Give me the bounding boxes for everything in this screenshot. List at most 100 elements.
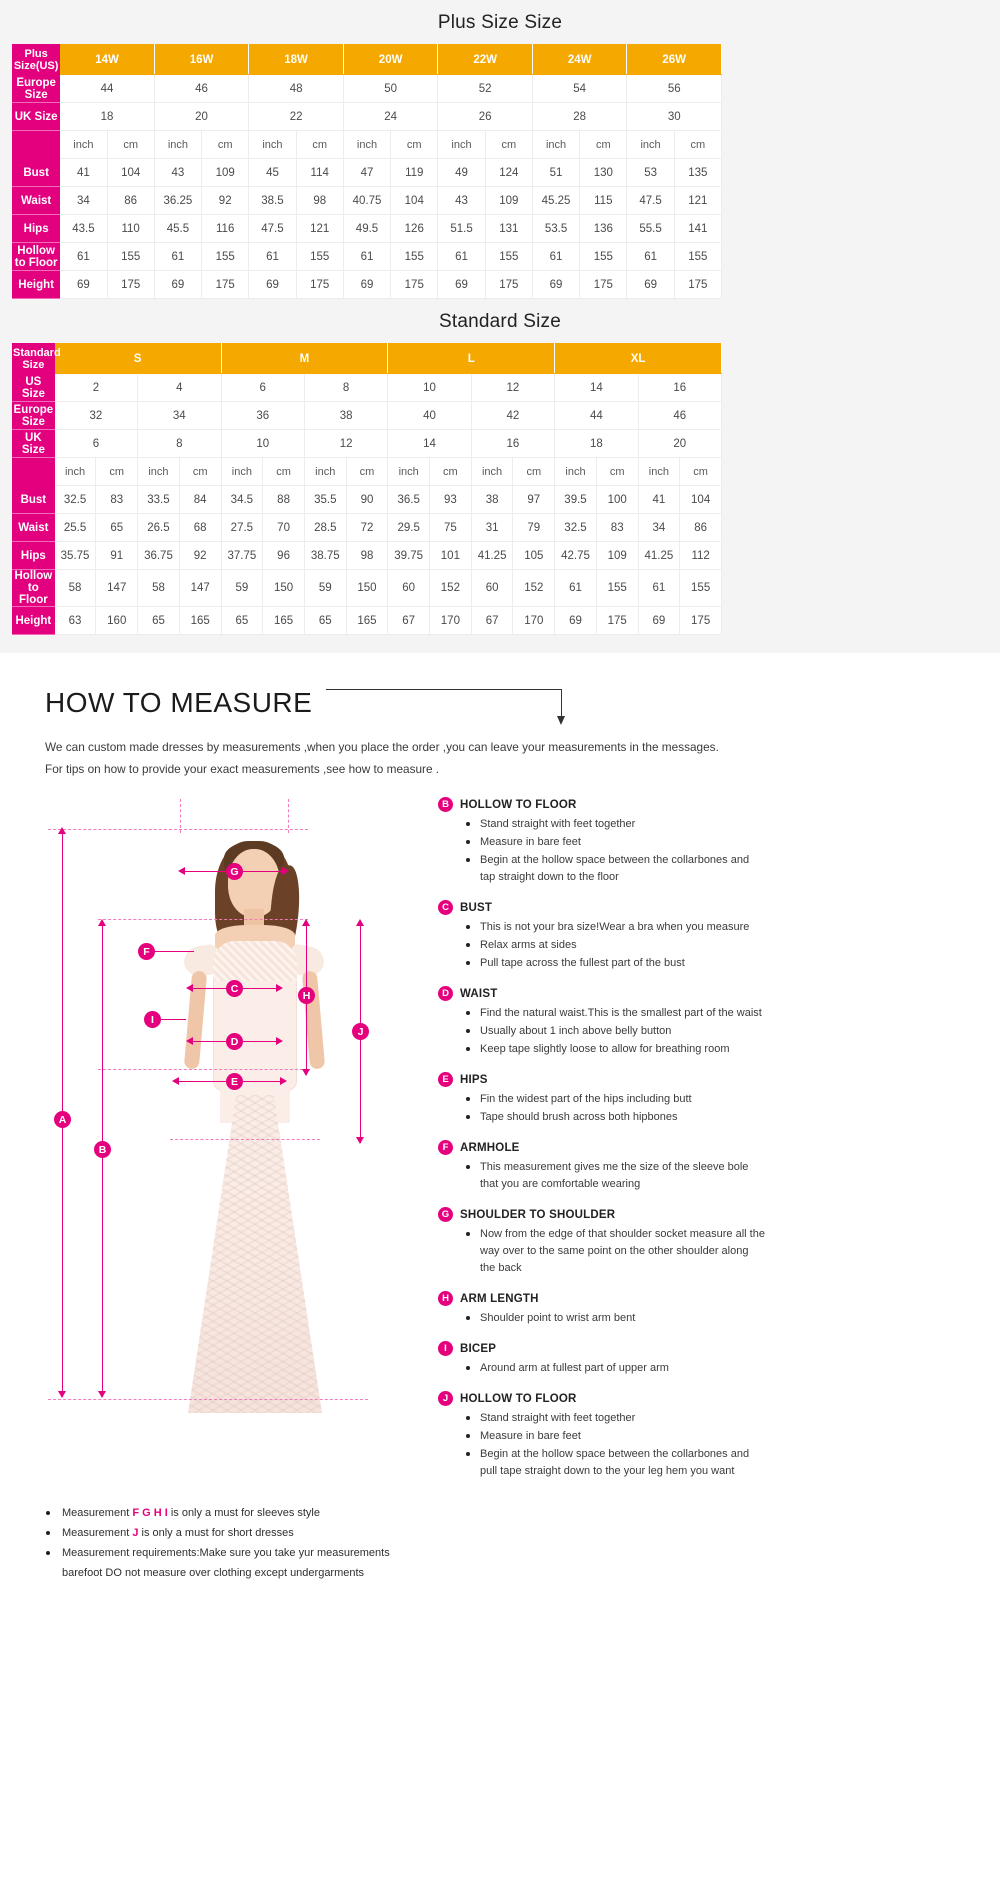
- note-item-j: J HOLLOW TO FLOOR Stand straight with feet…: [438, 1391, 950, 1480]
- row-header-cell: Height: [12, 606, 55, 635]
- unit-cell: cm: [679, 457, 722, 486]
- table-cell: 65: [303, 606, 347, 635]
- note-bullet: Now from the edge of that shoulder socke…: [466, 1226, 766, 1277]
- note-item-g: G SHOULDER TO SHOULDER Now from the edge o…: [438, 1207, 950, 1277]
- table-corner-label: Standard Size: [12, 343, 61, 374]
- footnote-highlight: F G H I: [132, 1507, 168, 1519]
- note-header: D WAIST: [438, 986, 950, 1001]
- note-title: ARMHOLE: [460, 1141, 520, 1154]
- table-cell: 155: [579, 242, 628, 271]
- badge-j: J: [352, 1023, 369, 1040]
- table-row: Waist 34 86 36.25 92 38.5 98 40.75 104 43 109 45.25…: [11, 186, 723, 215]
- table-cell: 43.5: [59, 214, 108, 243]
- table-cell: 26: [437, 102, 533, 131]
- table-cell: 59: [220, 569, 264, 607]
- note-title: SHOULDER TO SHOULDER: [460, 1208, 616, 1221]
- table-cell: 150: [345, 569, 389, 607]
- table-cell: 36.5: [387, 485, 431, 514]
- table-cell: 16: [637, 373, 723, 402]
- group-header-cell: 24W: [531, 44, 628, 75]
- row-header-cell: Waist: [11, 186, 61, 215]
- table-cell: 175: [295, 270, 344, 299]
- table-cell: 20: [153, 102, 250, 131]
- table-cell: 2: [53, 373, 139, 402]
- note-item-b: B HOLLOW TO FLOOR Stand straight with feet…: [438, 797, 950, 886]
- note-badge-icon: C: [438, 900, 453, 915]
- guide-line-vert-right: [288, 799, 289, 833]
- plus-size-table-wrapper: Plus Size(US) 14W 16W 18W 20W 22W 24W 26W Europe…: [11, 44, 723, 299]
- table-cell: 155: [595, 569, 639, 607]
- table-cell: 42: [470, 401, 556, 430]
- table-cell: 56: [626, 74, 722, 103]
- row-header-cell: Europe Size: [11, 74, 61, 103]
- table-cell: 121: [295, 214, 344, 243]
- table-cell: 63: [53, 606, 97, 635]
- note-bullet: Fin the widest part of the hips includin…: [466, 1091, 766, 1108]
- table-row: Hollow to Floor 61 155 61 155 61 155 61 155 61 155…: [11, 242, 723, 271]
- table-cell: 30: [626, 102, 722, 131]
- table-cell: 86: [106, 186, 155, 215]
- table-cell: 10: [220, 429, 305, 458]
- table-cell: 92: [201, 186, 250, 215]
- table-cell: 35.75: [53, 541, 97, 570]
- size-tables-region: Plus Size Size Plus Size(US) 14W 16W 18W 20W…: [0, 0, 1000, 653]
- table-cell: 92: [178, 541, 222, 570]
- unit-cell: inch: [220, 457, 264, 486]
- note-badge-icon: E: [438, 1072, 453, 1087]
- model-illustration: [158, 813, 348, 1413]
- table-cell: 104: [390, 186, 439, 215]
- note-bullet: Usually about 1 inch above belly button: [466, 1023, 766, 1040]
- unit-cell: cm: [262, 457, 305, 486]
- row-header-cell: Hollow to Floor: [12, 569, 55, 607]
- table-row: Standard Size S M L XL: [12, 343, 722, 374]
- table-cell: 68: [178, 513, 222, 542]
- group-header-cell: 16W: [153, 44, 250, 75]
- table-cell: 86: [679, 513, 722, 542]
- table-cell: 175: [106, 270, 155, 299]
- table-cell: 90: [345, 485, 389, 514]
- measure-body: A B G F C I D E H J B HOLLOW TO FLOOR St…: [0, 791, 1000, 1494]
- pointer-arrow-icon: [326, 683, 566, 725]
- table-cell: 88: [262, 485, 305, 514]
- unit-cell: cm: [95, 457, 139, 486]
- table-cell: 121: [673, 186, 723, 215]
- table-cell: 36.25: [153, 186, 203, 215]
- table-cell: 70: [262, 513, 305, 542]
- table-cell: 124: [484, 158, 533, 187]
- guide-line-knee: [170, 1139, 320, 1140]
- note-title: ARM LENGTH: [460, 1292, 539, 1305]
- table-cell: 18: [59, 102, 155, 131]
- table-cell: 67: [387, 606, 431, 635]
- footnote-highlight: J: [132, 1527, 139, 1539]
- table-cell: 47.5: [248, 214, 297, 243]
- note-title: HIPS: [460, 1073, 488, 1086]
- standard-size-table-title: Standard Size: [0, 299, 1000, 343]
- table-cell: 61: [342, 242, 392, 271]
- table-cell: 69: [248, 270, 297, 299]
- table-cell: 60: [470, 569, 514, 607]
- group-header-cell: M: [220, 343, 389, 374]
- table-cell: 126: [390, 214, 439, 243]
- table-cell: 40: [387, 401, 472, 430]
- note-bullet-list: Fin the widest part of the hips includin…: [466, 1091, 950, 1126]
- unit-cell: inch: [387, 457, 431, 486]
- table-cell: 155: [106, 242, 155, 271]
- note-badge-icon: I: [438, 1341, 453, 1356]
- table-cell: 101: [429, 541, 472, 570]
- table-cell: 25.5: [53, 513, 97, 542]
- group-header-cell: 14W: [59, 44, 155, 75]
- table-cell: 39.5: [554, 485, 597, 514]
- group-header-cell: 18W: [248, 44, 344, 75]
- table-cell: 35.5: [303, 485, 347, 514]
- badge-a: A: [54, 1111, 71, 1128]
- unit-cell: inch: [637, 457, 681, 486]
- note-badge-icon: J: [438, 1391, 453, 1406]
- table-cell: 69: [626, 270, 675, 299]
- unit-cell: inch: [342, 130, 392, 159]
- unit-cell: inch: [626, 130, 675, 159]
- table-cell: 61: [437, 242, 486, 271]
- standard-size-table-wrapper: Standard Size S M L XL US Size 2 4 6 8 10 12 14 16 Eur…: [12, 343, 723, 635]
- note-bullet: Around arm at fullest part of upper arm: [466, 1360, 766, 1377]
- footnote-sub: barefoot DO not measure over clothing ex…: [62, 1567, 365, 1579]
- table-row: Height 63 160 65 165 65 165 65 165 67 170 67 170 69 17…: [12, 606, 722, 635]
